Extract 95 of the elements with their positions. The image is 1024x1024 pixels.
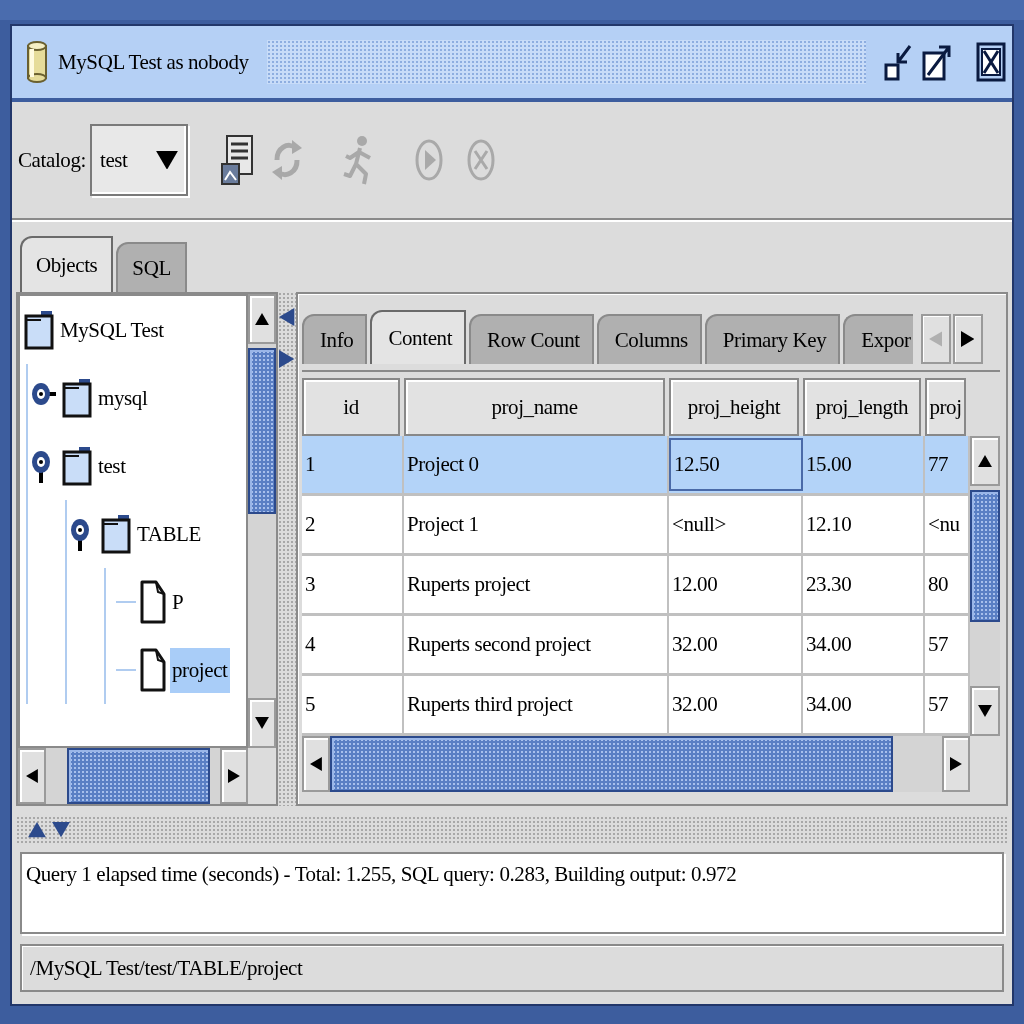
scrollbar-thumb[interactable] [970, 490, 1000, 622]
dropdown-caret-icon [155, 150, 178, 170]
folder-icon [24, 310, 54, 350]
caret-up-icon [255, 313, 269, 325]
table-cell: Ruperts third project [404, 676, 669, 733]
scroll-left-button[interactable] [18, 748, 46, 804]
stop-circle-icon [465, 137, 496, 183]
status-bar: /MySQL Test/test/TABLE/project [20, 944, 1004, 992]
column-header[interactable]: proj_name [404, 378, 665, 436]
column-header[interactable]: proj_length [803, 378, 921, 436]
minimize-icon [884, 43, 912, 81]
caret-up-icon [28, 822, 46, 838]
table-cell: 5 [302, 676, 404, 733]
scroll-right-button[interactable] [220, 748, 248, 804]
caret-down-icon [52, 822, 70, 838]
tree-item[interactable]: project [170, 647, 230, 693]
maximize-button[interactable] [922, 43, 952, 81]
table-cell: 4 [302, 616, 404, 673]
column-header[interactable]: proj [925, 378, 966, 436]
table-cell: 34.00 [803, 676, 925, 733]
maximize-icon [922, 43, 952, 81]
scroll-up-button[interactable] [970, 436, 1000, 486]
query-button[interactable] [219, 134, 254, 186]
caret-left-icon [928, 331, 943, 347]
form-document-icon [219, 134, 254, 186]
tree-item[interactable]: test [96, 443, 128, 489]
close-button[interactable] [976, 42, 1006, 82]
panel-tab[interactable]: Objects [20, 236, 114, 292]
caret-right-icon [228, 769, 240, 783]
caret-up-icon [978, 455, 992, 467]
table-cell: Ruperts second project [404, 616, 669, 673]
table-cell: Project 0 [404, 436, 669, 493]
caret-left-icon [279, 308, 295, 326]
table-cell: 1 [302, 436, 404, 493]
tree-item[interactable]: mysql [96, 375, 150, 421]
minimize-button[interactable] [884, 43, 912, 81]
scroll-up-button[interactable] [248, 294, 276, 344]
table-cell: 3 [302, 556, 404, 613]
table-cell: 23.30 [803, 556, 925, 613]
table-cell: 12.50 [669, 438, 803, 491]
table-cell: 2 [302, 496, 404, 553]
document-icon [140, 648, 166, 692]
table-cell: 15.00 [803, 436, 925, 493]
panel-tab[interactable]: Columns [596, 314, 702, 364]
window-title: MySQL Test as nobody [58, 49, 249, 75]
tab-scroll-right-button[interactable] [952, 314, 983, 364]
table-cell: 12.10 [803, 496, 925, 553]
folder-icon [62, 378, 92, 418]
table-cell: 34.00 [803, 616, 925, 673]
table-cell: Ruperts project [404, 556, 669, 613]
panel-tab[interactable]: Primary Key [704, 314, 841, 364]
scroll-down-button[interactable] [970, 686, 1000, 736]
panel-tab[interactable]: SQL [116, 242, 187, 292]
table-cell: 32.00 [669, 676, 803, 733]
document-icon [140, 580, 166, 624]
column-header[interactable]: proj_height [669, 378, 799, 436]
scrollbar-thumb[interactable] [66, 748, 210, 804]
column-header[interactable]: id [302, 378, 400, 436]
scroll-right-button[interactable] [942, 736, 970, 792]
caret-left-icon [310, 757, 322, 771]
tree-item[interactable]: MySQL Test [58, 307, 166, 353]
close-icon [976, 42, 1006, 82]
catalog-label: Catalog: [18, 147, 86, 173]
table-row[interactable]: 3 Ruperts project 12.00 23.30 80 [302, 556, 970, 616]
table-row[interactable]: 4 Ruperts second project 32.00 34.00 57 [302, 616, 970, 676]
running-man-icon [341, 134, 374, 186]
table-cell: Project 1 [404, 496, 669, 553]
catalog-select[interactable]: test [89, 124, 188, 196]
tree-item[interactable]: P [170, 579, 186, 625]
folder-icon [62, 446, 92, 486]
play-circle-icon [413, 137, 444, 183]
panel-tab[interactable]: Content [370, 310, 467, 364]
folder-icon [101, 514, 131, 554]
table-cell: <null> [669, 496, 803, 553]
panel-tab[interactable]: Expor [843, 314, 913, 364]
table-row[interactable]: 1 Project 0 12.50 15.00 77 [302, 436, 970, 496]
caret-right-icon [960, 331, 975, 347]
table-row[interactable]: 2 Project 1 <null> 12.10 <nu [302, 496, 970, 556]
scroll-left-button[interactable] [302, 736, 330, 792]
caret-right-icon [950, 757, 962, 771]
query-message: Query 1 elapsed time (seconds) - Total: 1.255, SQL query: 0.283, Building output: 0.972 [20, 852, 1004, 934]
scroll-down-button[interactable] [248, 698, 276, 748]
caret-right-icon [279, 350, 295, 368]
table-cell: 32.00 [669, 616, 803, 673]
database-cylinder-icon [26, 41, 48, 83]
tree-item[interactable]: TABLE [135, 511, 203, 557]
panel-tab[interactable]: Row Count [469, 314, 594, 364]
panel-tab[interactable]: Info [302, 314, 368, 364]
caret-down-icon [978, 705, 992, 717]
table-cell: 12.00 [669, 556, 803, 613]
splitter-bar[interactable] [278, 292, 296, 806]
table-row[interactable]: 5 Ruperts third project 32.00 34.00 57 [302, 676, 970, 736]
scrollbar-thumb[interactable] [248, 347, 276, 514]
caret-down-icon [255, 717, 269, 729]
caret-left-icon [26, 769, 38, 783]
